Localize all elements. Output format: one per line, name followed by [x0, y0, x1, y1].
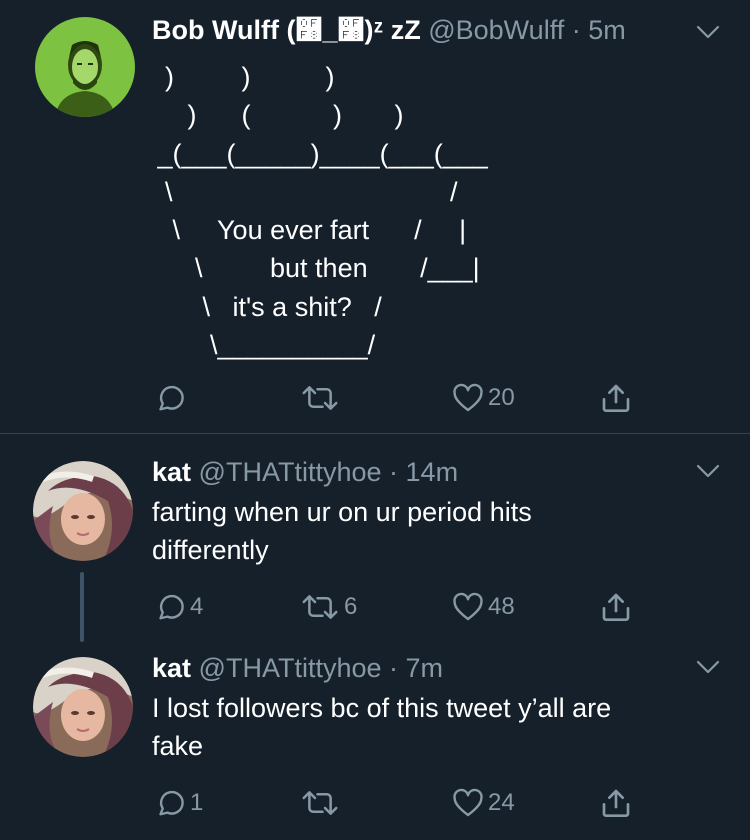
reply-button[interactable]: 1 — [156, 783, 203, 823]
share-button[interactable] — [600, 783, 632, 823]
display-name[interactable]: kat — [152, 457, 191, 487]
avatar-image — [33, 657, 133, 757]
reply-count: 4 — [190, 593, 204, 620]
reply-button[interactable]: 4 — [156, 587, 203, 627]
share-button[interactable] — [600, 587, 632, 627]
chevron-down-icon[interactable] — [694, 22, 722, 42]
reply-count: 1 — [190, 789, 204, 816]
retweet-count: 6 — [344, 593, 358, 620]
retweet-button[interactable] — [300, 378, 344, 418]
share-icon — [600, 787, 632, 819]
avatar-image — [35, 17, 135, 117]
like-count: 24 — [488, 789, 515, 816]
reply-icon — [156, 592, 186, 622]
separator: · — [389, 457, 399, 487]
display-name[interactable]: kat — [152, 653, 191, 683]
avatar[interactable] — [33, 657, 133, 757]
tweet-header: Bob Wulff (࿸_࿸)ᶻ zZ @BobWulff · 5m — [152, 13, 626, 47]
tweet-actions: 4 6 48 — [0, 587, 750, 627]
heart-icon — [452, 382, 484, 414]
chevron-down-icon[interactable] — [694, 657, 722, 677]
tweet-actions: 1 24 — [0, 783, 750, 823]
handle[interactable]: @BobWulff — [428, 15, 564, 45]
like-count: 20 — [488, 384, 515, 411]
tweet-header: kat @THATtittyhoe · 7m — [152, 651, 443, 685]
avatar[interactable] — [33, 461, 133, 561]
retweet-button[interactable] — [300, 783, 344, 823]
like-count: 48 — [488, 593, 515, 620]
separator: · — [571, 15, 581, 45]
timestamp[interactable]: 7m — [406, 653, 444, 683]
tweet-header: kat @THATtittyhoe · 14m — [152, 455, 458, 489]
avatar-image — [33, 461, 133, 561]
timestamp[interactable]: 5m — [588, 15, 626, 45]
avatar[interactable] — [35, 17, 135, 117]
retweet-icon — [300, 592, 340, 622]
tweet-text: I lost followers bc of this tweet y’all … — [152, 693, 612, 761]
retweet-button[interactable]: 6 — [300, 587, 357, 627]
display-name[interactable]: Bob Wulff (࿸_࿸)ᶻ zZ — [152, 15, 421, 45]
like-button[interactable]: 24 — [452, 783, 515, 823]
heart-icon — [452, 787, 484, 819]
tweet-text: farting when ur on ur period hits differ… — [152, 497, 532, 565]
handle[interactable]: @THATtittyhoe — [199, 653, 382, 683]
retweet-icon — [300, 383, 340, 413]
reply-icon — [156, 788, 186, 818]
tweet-actions: 20 — [0, 378, 750, 418]
separator: · — [389, 653, 399, 683]
like-button[interactable]: 20 — [452, 378, 515, 418]
share-icon — [600, 382, 632, 414]
heart-icon — [452, 591, 484, 623]
divider — [0, 433, 750, 434]
retweet-icon — [300, 788, 340, 818]
reply-icon — [156, 383, 186, 413]
reply-button[interactable] — [156, 378, 190, 418]
share-icon — [600, 591, 632, 623]
timestamp[interactable]: 14m — [406, 457, 459, 487]
handle[interactable]: @THATtittyhoe — [199, 457, 382, 487]
like-button[interactable]: 48 — [452, 587, 515, 627]
share-button[interactable] — [600, 378, 632, 418]
chevron-down-icon[interactable] — [694, 461, 722, 481]
tweet-text: ) ) ) ) ( ) ) _(___(_____)____(___(___ \… — [157, 62, 488, 361]
